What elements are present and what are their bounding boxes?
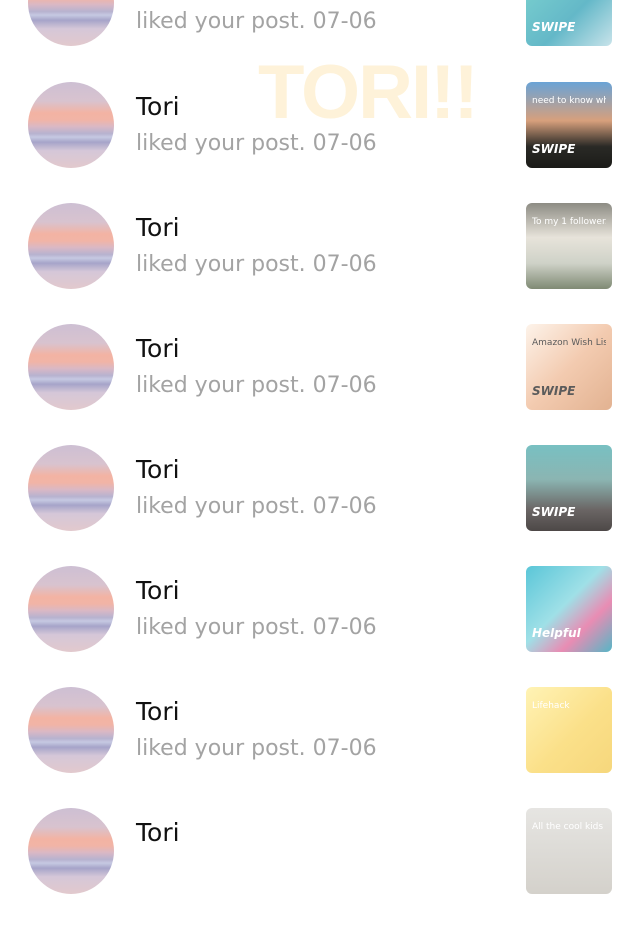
post-thumbnail[interactable]: need to know which picture is better SWI… [526, 82, 612, 168]
user-name[interactable]: Tori [136, 92, 180, 122]
thumbnail-caption: SWIPE [532, 507, 576, 518]
post-thumbnail[interactable]: All the cool kids at our influencer agen… [526, 808, 612, 894]
thumbnail-caption: All the cool kids at our influencer agen… [532, 822, 606, 832]
avatar[interactable] [28, 82, 114, 168]
notification-row[interactable]: Tori liked your post. 07-06 Helpful [0, 566, 640, 687]
avatar[interactable] [28, 0, 114, 46]
thumbnail-caption: To my 1 follower... [532, 217, 606, 227]
notification-text: liked your post. 07-06 [136, 615, 377, 640]
user-name[interactable]: Tori [136, 213, 180, 243]
user-name[interactable]: Tori [136, 334, 180, 364]
post-thumbnail[interactable]: Helpful [526, 566, 612, 652]
thumbnail-caption: Amazon Wish List [532, 338, 606, 348]
avatar[interactable] [28, 445, 114, 531]
notification-text: liked your post. 07-06 [136, 494, 377, 519]
post-thumbnail[interactable]: SWIPE [526, 445, 612, 531]
notification-row[interactable]: Tori liked your post. 07-06 Lifehack [0, 687, 640, 808]
avatar[interactable] [28, 324, 114, 410]
watermark-text: TORI!! [258, 50, 479, 135]
thumbnail-caption: Helpful [532, 628, 581, 639]
notification-row[interactable]: Tori liked your post. 07-06 SWIPE [0, 445, 640, 566]
user-name[interactable]: Tori [136, 818, 180, 848]
post-thumbnail[interactable]: Lifehack [526, 687, 612, 773]
notification-row[interactable]: Tori All the cool kids at our influencer… [0, 808, 640, 929]
avatar[interactable] [28, 566, 114, 652]
notification-text: liked your post. 07-06 [136, 373, 377, 398]
thumbnail-caption: SWIPE [532, 144, 576, 155]
notification-row[interactable]: Tori liked your post. 07-06 Amazon Wish … [0, 324, 640, 445]
avatar[interactable] [28, 808, 114, 894]
post-thumbnail[interactable]: ist SWIPE [526, 0, 612, 46]
post-thumbnail[interactable]: Amazon Wish List SWIPE [526, 324, 612, 410]
notification-text: liked your post. 07-06 [136, 9, 377, 34]
thumbnail-caption: Lifehack [532, 701, 570, 711]
post-thumbnail[interactable]: To my 1 follower... [526, 203, 612, 289]
thumbnail-caption: need to know which picture is better [532, 96, 606, 106]
user-name[interactable]: Tori [136, 455, 180, 485]
notification-text: liked your post. 07-06 [136, 736, 377, 761]
thumbnail-caption: SWIPE [532, 22, 576, 33]
notification-row[interactable]: Tori liked your post. 07-06 To my 1 foll… [0, 203, 640, 324]
notification-text: liked your post. 07-06 [136, 252, 377, 277]
avatar[interactable] [28, 203, 114, 289]
user-name[interactable]: Tori [136, 697, 180, 727]
avatar[interactable] [28, 687, 114, 773]
thumbnail-caption: SWIPE [532, 386, 576, 397]
user-name[interactable]: Tori [136, 576, 180, 606]
